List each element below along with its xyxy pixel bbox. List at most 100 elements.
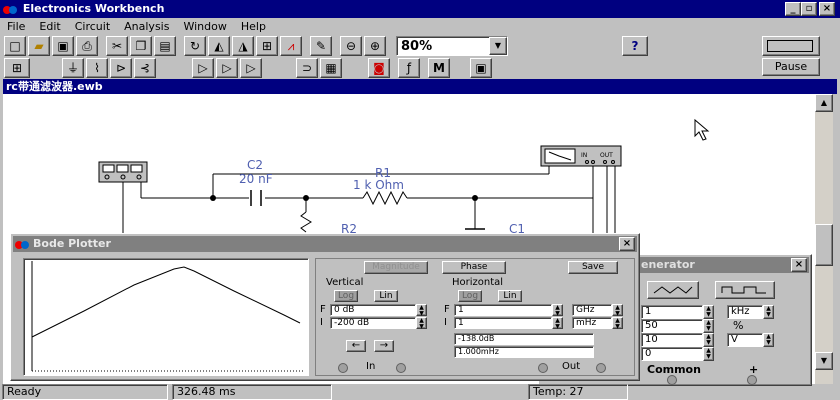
status-temperature: Temp: 27 xyxy=(528,384,628,400)
miscellaneous-icon[interactable]: M xyxy=(428,58,450,78)
frequency-spinner[interactable]: ▲ ▼ xyxy=(703,305,714,319)
chevron-down-icon[interactable]: ▼ xyxy=(489,37,507,55)
vertical-initial-input[interactable]: -200 dB xyxy=(330,317,416,329)
vertical-scrollbar[interactable]: ▲ ▼ xyxy=(815,94,833,384)
horizontal-lin-button[interactable]: Lin xyxy=(498,290,522,302)
vertical-log-button[interactable]: Log xyxy=(334,290,358,302)
amplitude-spinner[interactable]: ▲ ▼ xyxy=(703,333,714,347)
mixed-ic-icon[interactable]: ▷ xyxy=(216,58,238,78)
indicators-icon[interactable]: ◙ xyxy=(368,58,390,78)
basic-icon[interactable]: ⌇ xyxy=(86,58,108,78)
horizontal-final-input[interactable]: 1 xyxy=(454,304,552,316)
horizontal-initial-unit[interactable]: mHz xyxy=(572,317,612,329)
flip-vertical-icon[interactable]: ◮ xyxy=(232,36,254,56)
out-terminal-plus-icon[interactable] xyxy=(596,363,606,373)
scroll-up-button[interactable]: ▲ xyxy=(815,94,833,112)
transistors-icon[interactable]: ⊰ xyxy=(134,58,156,78)
print-icon[interactable]: ⎙ xyxy=(76,36,98,56)
menu-bar: File Edit Circuit Analysis Window Help xyxy=(0,18,840,36)
offset-input[interactable]: 0 xyxy=(641,347,703,361)
bode-close-button[interactable]: × xyxy=(619,237,635,251)
menu-help[interactable]: Help xyxy=(234,18,273,36)
status-ready: Ready xyxy=(2,384,168,400)
square-wave-button[interactable] xyxy=(715,281,775,299)
frequency-unit-select[interactable]: kHz xyxy=(727,305,763,319)
magnitude-button[interactable]: Magnitude xyxy=(364,261,428,274)
menu-edit[interactable]: Edit xyxy=(32,18,67,36)
in-terminal-plus-icon[interactable] xyxy=(396,363,406,373)
minimize-button[interactable]: _ xyxy=(785,2,801,16)
common-terminal-label: Common xyxy=(647,363,701,376)
in-terminal-minus-icon[interactable] xyxy=(338,363,348,373)
subcircuit-icon[interactable]: ⊞ xyxy=(256,36,278,56)
frequency-input[interactable]: 1 xyxy=(641,305,703,319)
menu-window[interactable]: Window xyxy=(176,18,233,36)
cut-icon[interactable]: ✂ xyxy=(106,36,128,56)
amplitude-input[interactable]: 10 xyxy=(641,333,703,347)
controls-icon[interactable]: ƒ xyxy=(398,58,420,78)
zoom-in-icon[interactable]: ⊕ xyxy=(364,36,386,56)
scroll-down-button[interactable]: ▼ xyxy=(815,352,833,370)
vertical-final-input[interactable]: 0 dB xyxy=(330,304,416,316)
menu-analysis[interactable]: Analysis xyxy=(117,18,176,36)
horizontal-final-unit-spinner[interactable]: ▲ ▼ xyxy=(612,304,623,317)
scroll-thumb[interactable] xyxy=(815,224,833,266)
save-icon[interactable]: ▣ xyxy=(52,36,74,56)
favorites-icon[interactable]: ⊞ xyxy=(4,58,30,78)
cursor-right-button[interactable]: → xyxy=(374,340,394,352)
graph-icon[interactable]: ⩘ xyxy=(280,36,302,56)
power-switch[interactable] xyxy=(762,36,820,56)
out-terminal-minus-icon[interactable] xyxy=(538,363,548,373)
close-button[interactable]: × xyxy=(819,2,835,16)
copy-icon[interactable]: ❐ xyxy=(130,36,152,56)
duty-cycle-spinner[interactable]: ▲ ▼ xyxy=(703,319,714,333)
bode-in-label: IN xyxy=(581,152,588,159)
zoom-out-icon[interactable]: ⊖ xyxy=(340,36,362,56)
restore-button[interactable]: ▫ xyxy=(801,2,817,16)
digital-ic-icon[interactable]: ▷ xyxy=(240,58,262,78)
function-generator-symbol xyxy=(98,161,148,183)
c2-value: 20 nF xyxy=(239,172,273,186)
horizontal-final-unit[interactable]: GHz xyxy=(572,304,612,316)
status-bar: Ready 326.48 ms Temp: 27 xyxy=(0,384,840,400)
diodes-icon[interactable]: ⊳ xyxy=(110,58,132,78)
pause-button[interactable]: Pause xyxy=(762,58,820,76)
menu-circuit[interactable]: Circuit xyxy=(68,18,117,36)
flip-horizontal-icon[interactable]: ◭ xyxy=(208,36,230,56)
amplitude-unit-select[interactable]: V xyxy=(727,333,763,347)
phase-button[interactable]: Phase xyxy=(442,261,506,274)
vertical-initial-spinner[interactable]: ▲ ▼ xyxy=(416,317,427,330)
menu-file[interactable]: File xyxy=(0,18,32,36)
bode-plot-area[interactable] xyxy=(23,258,309,376)
instruments-icon[interactable]: ▣ xyxy=(470,58,492,78)
new-file-icon[interactable]: □ xyxy=(4,36,26,56)
function-generator-close-button[interactable]: × xyxy=(791,258,807,272)
app-logo-icon xyxy=(3,3,17,15)
digital-icon[interactable]: ▦ xyxy=(320,58,342,78)
readout-frequency: 1.000mHz xyxy=(454,346,594,358)
vertical-final-spinner[interactable]: ▲ ▼ xyxy=(416,304,427,317)
horizontal-initial-unit-spinner[interactable]: ▲ ▼ xyxy=(612,317,623,330)
vertical-lin-button[interactable]: Lin xyxy=(374,290,398,302)
horizontal-final-spinner[interactable]: ▲ ▼ xyxy=(552,304,563,317)
save-button[interactable]: Save xyxy=(568,261,618,274)
cursor-left-button[interactable]: ← xyxy=(346,340,366,352)
logic-gates-icon[interactable]: ⊃ xyxy=(296,58,318,78)
paste-icon[interactable]: ▤ xyxy=(154,36,176,56)
component-properties-icon[interactable]: ✎ xyxy=(310,36,332,56)
zoom-select[interactable]: 80% ▼ xyxy=(396,36,508,56)
triangle-wave-button[interactable] xyxy=(647,281,699,299)
help-button[interactable]: ? xyxy=(622,36,648,56)
amplitude-unit-spinner[interactable]: ▲ ▼ xyxy=(763,333,774,347)
offset-spinner[interactable]: ▲ ▼ xyxy=(703,347,714,361)
duty-cycle-input[interactable]: 50 xyxy=(641,319,703,333)
horizontal-initial-input[interactable]: 1 xyxy=(454,317,552,329)
horizontal-initial-spinner[interactable]: ▲ ▼ xyxy=(552,317,563,330)
analog-ic-icon[interactable]: ▷ xyxy=(192,58,214,78)
frequency-unit-spinner[interactable]: ▲ ▼ xyxy=(763,305,774,319)
open-folder-icon[interactable]: ▰ xyxy=(28,36,50,56)
sources-icon[interactable]: ⏚ xyxy=(62,58,84,78)
bode-magnitude-curve xyxy=(31,261,304,372)
horizontal-log-button[interactable]: Log xyxy=(458,290,482,302)
rotate-icon[interactable]: ↻ xyxy=(184,36,206,56)
